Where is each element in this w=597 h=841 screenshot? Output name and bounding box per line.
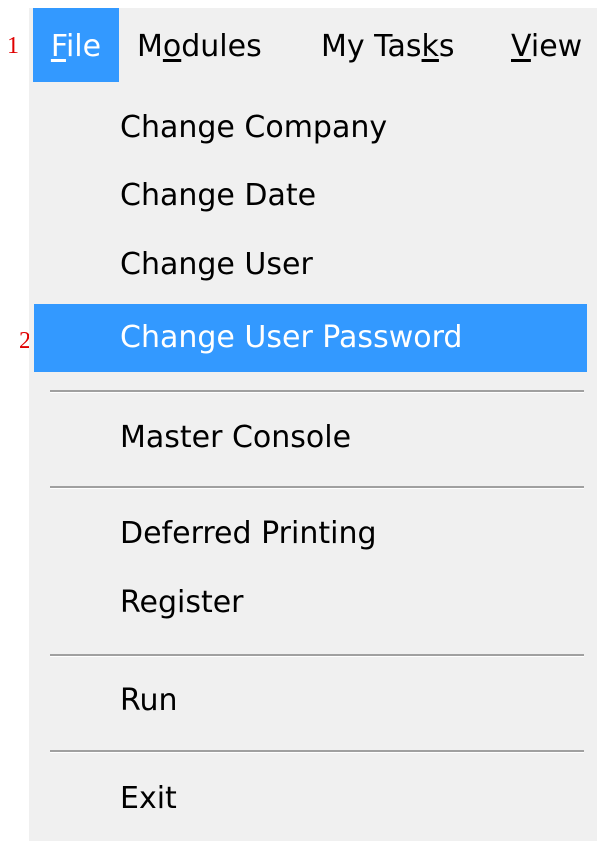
- menu-item-deferred-printing[interactable]: Deferred Printing: [34, 500, 587, 568]
- menu-item-label: Master Console: [120, 420, 352, 455]
- menu-item-change-company[interactable]: Change Company: [34, 94, 587, 162]
- menu-item-change-user-password[interactable]: Change User Password: [34, 304, 587, 372]
- menu-my-tasks-label-pre: My Tas: [321, 29, 422, 64]
- menu-view-mnemonic: V: [511, 29, 531, 64]
- menu-item-master-console[interactable]: Master Console: [34, 404, 587, 472]
- menu-item-run[interactable]: Run: [34, 667, 587, 735]
- menu-modules-label-post: dules: [181, 29, 262, 64]
- menu-item-label: Deferred Printing: [120, 516, 377, 551]
- menu-item-exit[interactable]: Exit: [34, 765, 587, 833]
- file-dropdown-menu: Change Company Change Date Change User C…: [29, 82, 597, 841]
- menu-separator: [50, 750, 584, 753]
- menu-item-change-user[interactable]: Change User: [34, 231, 587, 299]
- menu-modules-label-pre: M: [137, 29, 163, 64]
- menu-separator: [50, 654, 584, 657]
- menu-item-label: Change Date: [120, 178, 317, 213]
- menu-item-label: Exit: [120, 781, 177, 816]
- menu-view[interactable]: View: [511, 8, 582, 82]
- annotation-marker-1: 1: [7, 33, 19, 59]
- menu-item-label: Run: [120, 683, 178, 718]
- menu-file[interactable]: File: [33, 8, 119, 82]
- menu-file-mnemonic: F: [50, 29, 66, 64]
- menu-my-tasks-mnemonic: k: [421, 29, 439, 64]
- menu-file-label-post: ile: [65, 29, 102, 64]
- menu-view-label-post: iew: [530, 29, 583, 64]
- menu-my-tasks[interactable]: My Tasks: [321, 8, 455, 82]
- menu-item-register[interactable]: Register: [34, 569, 587, 637]
- menu-separator: [50, 390, 584, 393]
- menu-modules-mnemonic: o: [162, 29, 182, 64]
- menu-item-label: Change User: [120, 247, 313, 282]
- menu-my-tasks-label-post: s: [438, 29, 455, 64]
- menu-bar: File Modules My Tasks View: [29, 8, 597, 82]
- menu-separator: [50, 486, 584, 489]
- menu-modules[interactable]: Modules: [137, 8, 262, 82]
- menu-item-label: Change Company: [120, 110, 388, 145]
- menu-item-change-date[interactable]: Change Date: [34, 162, 587, 230]
- menu-item-label: Change User Password: [120, 320, 463, 355]
- menu-item-label: Register: [120, 585, 244, 620]
